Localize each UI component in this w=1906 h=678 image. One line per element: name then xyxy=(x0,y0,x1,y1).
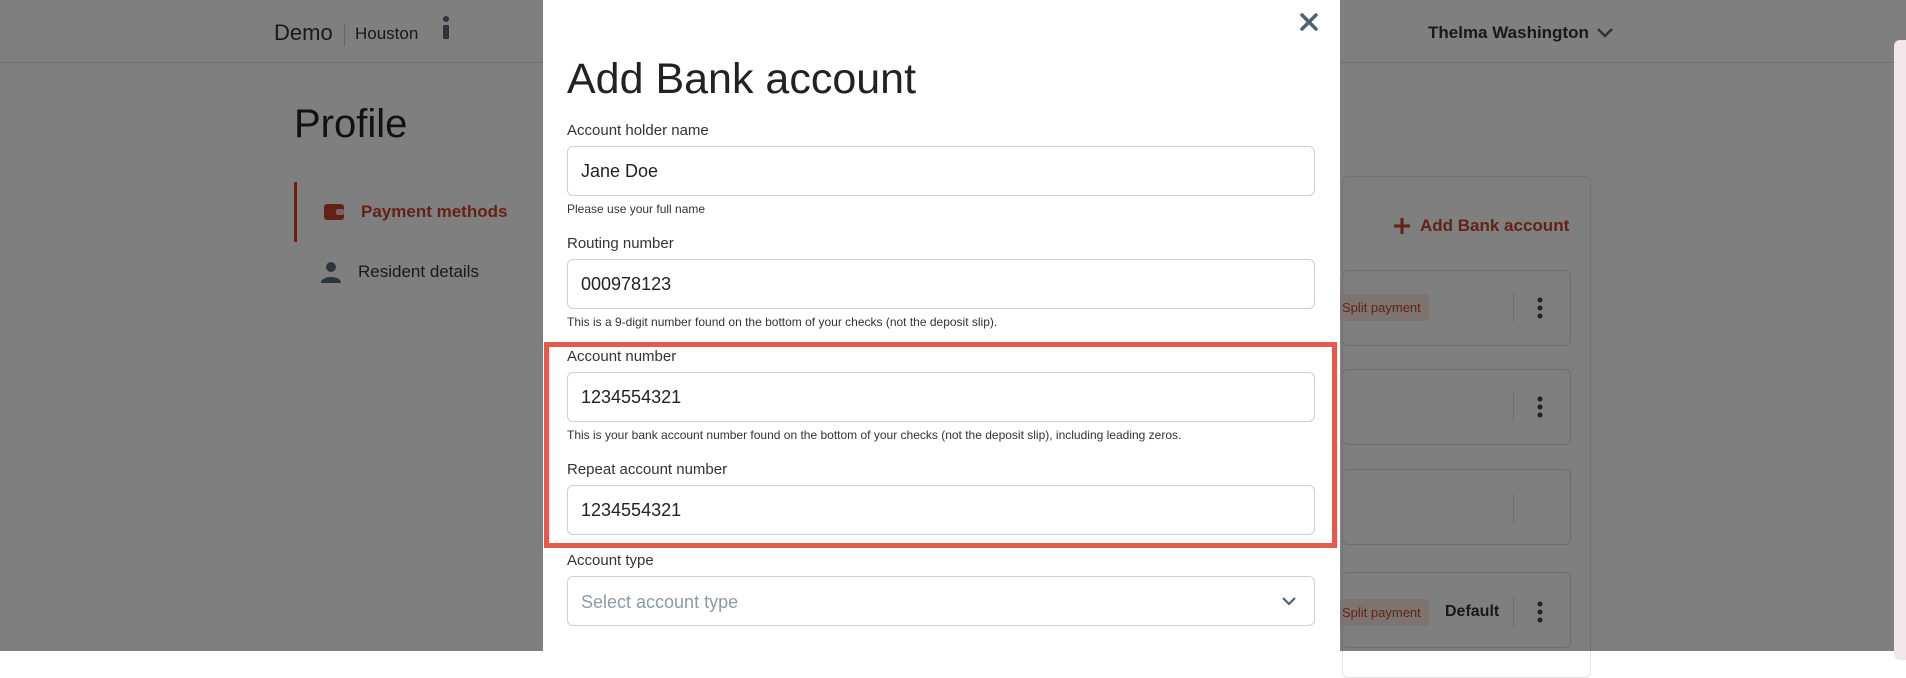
account-number-label: Account number xyxy=(567,348,677,365)
chevron-down-icon xyxy=(1282,597,1296,606)
modal-title: Add Bank account xyxy=(567,55,917,103)
account-holder-label: Account holder name xyxy=(567,122,709,139)
routing-number-help: This is a 9-digit number found on the bo… xyxy=(567,315,998,329)
page-scrollbar[interactable] xyxy=(1894,40,1906,660)
repeat-account-number-input[interactable] xyxy=(567,485,1315,535)
account-type-placeholder: Select account type xyxy=(581,592,739,612)
close-icon[interactable] xyxy=(1298,11,1320,33)
repeat-account-number-label: Repeat account number xyxy=(567,461,728,478)
add-bank-account-modal: Add Bank account Account holder name Ple… xyxy=(543,0,1340,651)
routing-number-label: Routing number xyxy=(567,235,674,252)
account-type-select[interactable]: Select account type xyxy=(567,576,1315,626)
account-number-help: This is your bank account number found o… xyxy=(567,428,1182,442)
account-type-label: Account type xyxy=(567,552,654,569)
routing-number-input[interactable] xyxy=(567,259,1315,309)
account-holder-help: Please use your full name xyxy=(567,202,706,216)
account-holder-input[interactable] xyxy=(567,146,1315,196)
account-number-input[interactable] xyxy=(567,372,1315,422)
